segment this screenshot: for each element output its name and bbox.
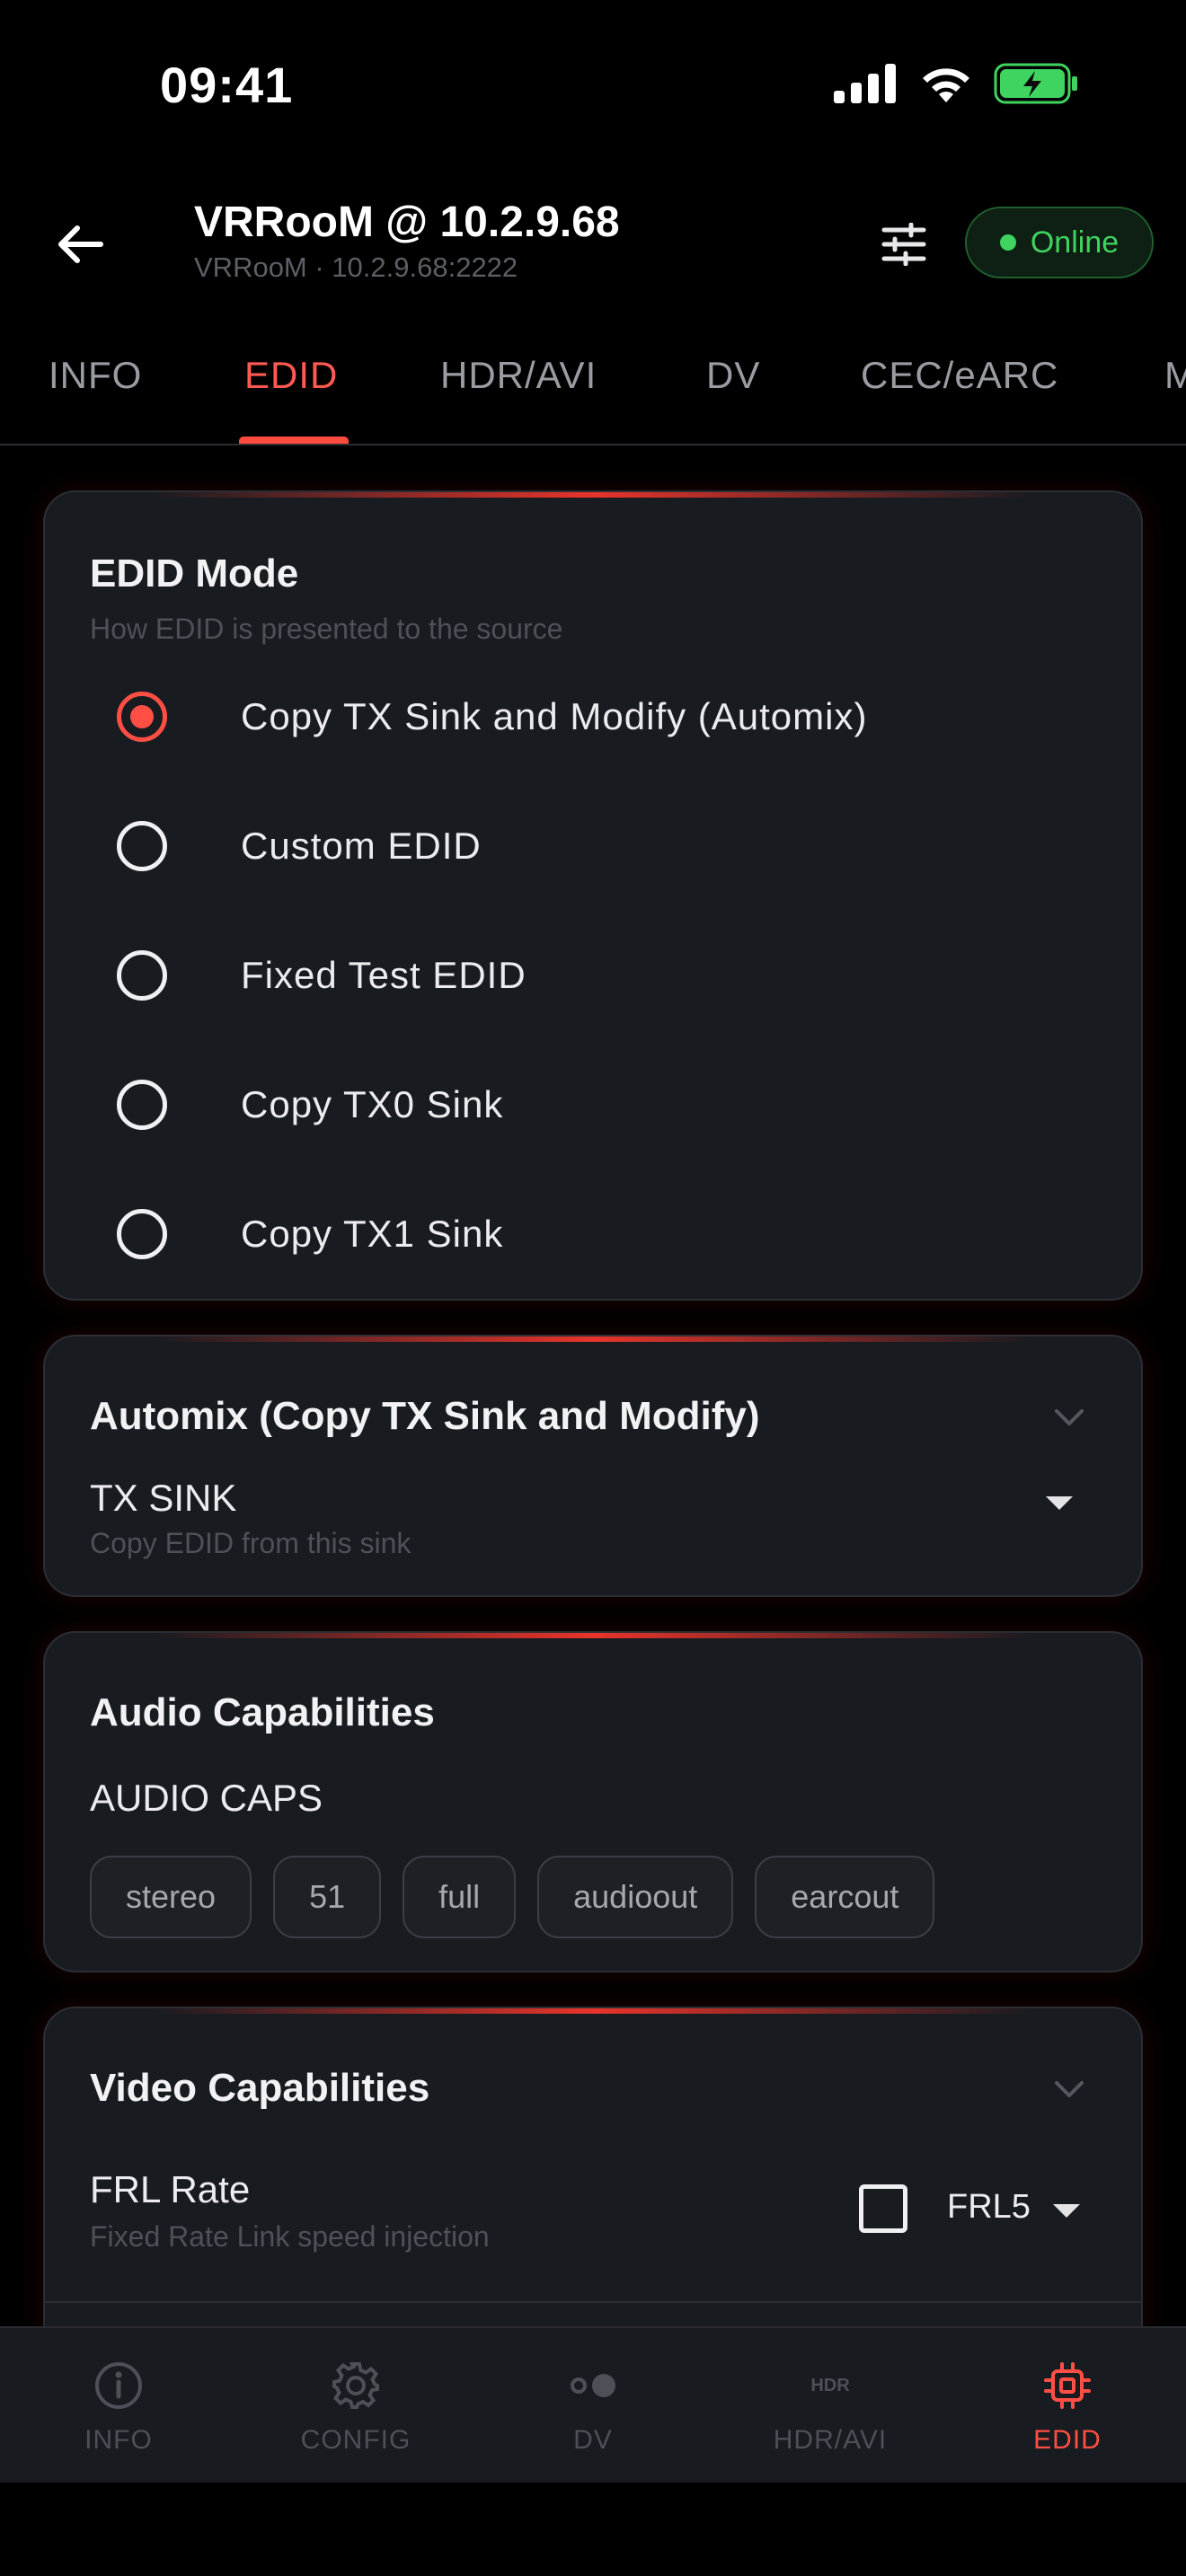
tab-dv[interactable]: DV bbox=[706, 354, 760, 397]
nav-label: HDR/AVI bbox=[773, 2425, 888, 2455]
nav-edid[interactable]: EDID bbox=[949, 2328, 1186, 2484]
bottom-nav: INFO CONFIG DV HDR HDR/AVI EDID bbox=[0, 2326, 1186, 2483]
status-badge: Online bbox=[965, 207, 1154, 278]
hdr-icon-text: HDR bbox=[810, 2375, 850, 2395]
tab-hdr-avi[interactable]: HDR/AVI bbox=[440, 354, 597, 397]
frl-rate-label: FRL Rate bbox=[90, 2168, 251, 2210]
audio-caps-label: AUDIO CAPS bbox=[90, 1777, 323, 1819]
card-title: EDID Mode bbox=[90, 551, 299, 595]
nav-dv[interactable]: DV bbox=[474, 2328, 712, 2484]
radio-option-copy-tx1[interactable]: Copy TX1 Sink bbox=[45, 1184, 1141, 1292]
tx-sink-help: Copy EDID from this sink bbox=[90, 1527, 412, 1559]
card-title: Automix (Copy TX Sink and Modify) bbox=[90, 1394, 760, 1438]
tab-edid[interactable]: EDID bbox=[244, 354, 338, 397]
status-time: 09:41 bbox=[160, 57, 294, 113]
card-subtitle: How EDID is presented to the source bbox=[90, 613, 563, 645]
radio-label: Copy TX1 Sink bbox=[241, 1213, 504, 1255]
frl-rate-help: Fixed Rate Link speed injection bbox=[90, 2220, 490, 2253]
active-tab-indicator bbox=[239, 437, 349, 444]
radio-button[interactable] bbox=[117, 950, 167, 1001]
tab-bar: INFO EDID HDR/AVI DV CEC/eARC M bbox=[0, 332, 1186, 446]
card-title: Audio Capabilities bbox=[90, 1690, 435, 1734]
divider bbox=[45, 2301, 1141, 2303]
tab-more[interactable]: M bbox=[1164, 354, 1186, 397]
chip-stereo[interactable]: stereo bbox=[90, 1856, 252, 1938]
chevron-down-icon bbox=[1055, 2081, 1084, 2097]
frl-rate-value: FRL5 bbox=[947, 2188, 1031, 2226]
chevron-down-icon bbox=[1055, 1409, 1084, 1425]
back-button[interactable] bbox=[43, 208, 115, 280]
app-header: VRRooM @ 10.2.9.68 VRRooM · 10.2.9.68:22… bbox=[0, 171, 1186, 323]
tab-cec-earc[interactable]: CEC/eARC bbox=[861, 354, 1058, 397]
hdr-icon: HDR bbox=[803, 2359, 857, 2413]
arrow-left-icon bbox=[58, 225, 103, 263]
edid-mode-card: EDID Mode How EDID is presented to the s… bbox=[43, 490, 1143, 1301]
card-accent bbox=[153, 2008, 1033, 2014]
status-icons bbox=[834, 63, 1078, 104]
radio-label: Custom EDID bbox=[241, 825, 482, 867]
radio-label: Fixed Test EDID bbox=[241, 954, 527, 996]
radio-button[interactable] bbox=[117, 1209, 167, 1259]
page-subtitle: VRRooM · 10.2.9.68:2222 bbox=[194, 251, 518, 283]
card-accent bbox=[153, 492, 1033, 498]
card-accent bbox=[153, 1633, 1033, 1638]
nav-label: INFO bbox=[84, 2425, 153, 2455]
status-badge-label: Online bbox=[1030, 225, 1120, 260]
tx-sink-dropdown[interactable] bbox=[1015, 1466, 1105, 1538]
nav-config[interactable]: CONFIG bbox=[237, 2328, 474, 2484]
radio-option-fixed-test-edid[interactable]: Fixed Test EDID bbox=[45, 925, 1141, 1033]
tune-icon bbox=[881, 223, 926, 266]
nav-label: EDID bbox=[1033, 2425, 1102, 2455]
nav-label: CONFIG bbox=[300, 2425, 412, 2455]
card-title: Video Capabilities bbox=[90, 2066, 430, 2110]
nav-hdr-avi[interactable]: HDR HDR/AVI bbox=[712, 2328, 949, 2484]
tab-info[interactable]: INFO bbox=[49, 354, 142, 397]
chip-icon bbox=[1040, 2359, 1094, 2413]
dropdown-arrow-icon bbox=[1053, 2204, 1080, 2218]
automix-card: Automix (Copy TX Sink and Modify) TX SIN… bbox=[43, 1335, 1143, 1597]
radio-option-copy-tx0[interactable]: Copy TX0 Sink bbox=[45, 1054, 1141, 1162]
radio-option-custom-edid[interactable]: Custom EDID bbox=[45, 796, 1141, 904]
dropdown-arrow-icon bbox=[1046, 1496, 1073, 1510]
collapse-button[interactable] bbox=[1051, 2071, 1087, 2107]
gear-icon bbox=[329, 2359, 383, 2413]
page-title: VRRooM @ 10.2.9.68 bbox=[194, 198, 620, 246]
status-bar: 09:41 bbox=[0, 0, 1186, 171]
chip-earcout[interactable]: earcout bbox=[755, 1856, 935, 1938]
radio-button[interactable] bbox=[117, 1080, 167, 1130]
frl-rate-checkbox[interactable] bbox=[859, 2184, 907, 2233]
audio-caps-chips: stereo 51 full audioout earcout bbox=[90, 1856, 935, 1938]
chip-full[interactable]: full bbox=[403, 1856, 517, 1938]
info-icon bbox=[92, 2359, 146, 2413]
nav-info[interactable]: INFO bbox=[0, 2328, 237, 2484]
card-accent bbox=[153, 1337, 1033, 1342]
signal-icon bbox=[834, 64, 896, 103]
nav-label: DV bbox=[573, 2425, 613, 2455]
radio-button[interactable] bbox=[117, 821, 167, 871]
battery-icon bbox=[994, 63, 1077, 104]
chip-51[interactable]: 51 bbox=[273, 1856, 382, 1938]
radio-label: Copy TX Sink and Modify (Automix) bbox=[241, 695, 868, 737]
audio-capabilities-card: Audio Capabilities AUDIO CAPS stereo 51 … bbox=[43, 1631, 1143, 1972]
radio-label: Copy TX0 Sink bbox=[241, 1083, 504, 1125]
settings-button[interactable] bbox=[868, 208, 940, 280]
online-dot-icon bbox=[999, 234, 1016, 251]
chip-audioout[interactable]: audioout bbox=[537, 1856, 734, 1938]
frl-rate-dropdown[interactable]: FRL5 bbox=[947, 2174, 1118, 2245]
wifi-icon bbox=[923, 68, 969, 102]
radio-button[interactable] bbox=[117, 692, 167, 742]
tx-sink-label: TX SINK bbox=[90, 1477, 237, 1519]
collapse-button[interactable] bbox=[1051, 1399, 1087, 1435]
radio-option-automix[interactable]: Copy TX Sink and Modify (Automix) bbox=[45, 666, 1141, 774]
toggle-dots-icon bbox=[566, 2359, 620, 2413]
